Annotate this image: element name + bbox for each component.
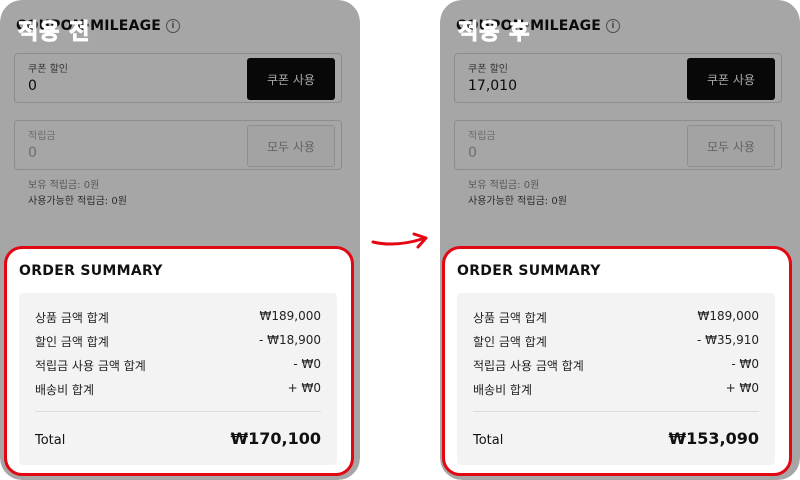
row-label: 상품 금액 합계 [35,311,109,325]
row-label: 상품 금액 합계 [473,311,547,325]
mileage-value: 0 [28,145,37,161]
summary-divider [35,411,321,412]
usable-mileage-text: 사용가능한 적립금: 0원 [468,196,567,207]
order-summary-title: ORDER SUMMARY [19,263,163,279]
row-value: - ₩0 [731,357,759,371]
row-value: - ₩0 [293,357,321,371]
arrow-right-icon [371,232,428,249]
order-summary-card: 상품 금액 합계 ₩189,000 할인 금액 합계 - ₩18,900 적립금… [19,293,337,465]
coupon-discount-value: 0 [28,78,37,94]
order-summary-after: ORDER SUMMARY 상품 금액 합계 ₩189,000 할인 금액 합계… [442,246,792,476]
summary-row-shipping-total: 배송비 합계 + ₩0 [473,381,759,399]
usable-mileage-text: 사용가능한 적립금: 0원 [28,196,127,207]
row-label: 배송비 합계 [473,383,533,397]
mileage-field[interactable]: 적립금 0 모두 사용 [454,120,782,170]
info-icon[interactable]: i [606,19,621,33]
total-value: ₩170,100 [230,429,321,448]
summary-row-product-total: 상품 금액 합계 ₩189,000 [35,309,321,327]
use-all-mileage-button[interactable]: 모두 사용 [247,125,335,167]
row-value: - ₩35,910 [697,333,759,347]
row-label: 할인 금액 합계 [473,335,547,349]
info-icon[interactable]: i [166,19,181,33]
mileage-label: 적립금 [28,131,56,142]
row-value: ₩189,000 [259,309,322,323]
row-label: 할인 금액 합계 [35,335,109,349]
after-badge: 적용 후 [457,20,531,46]
summary-total: Total ₩153,090 [473,429,759,448]
summary-row-discount-total: 할인 금액 합계 - ₩35,910 [473,333,759,351]
coupon-discount-label: 쿠폰 할인 [468,64,508,75]
coupon-discount-label: 쿠폰 할인 [28,64,68,75]
total-value: ₩153,090 [668,429,759,448]
use-coupon-button[interactable]: 쿠폰 사용 [247,58,335,100]
order-summary-before: ORDER SUMMARY 상품 금액 합계 ₩189,000 할인 금액 합계… [4,246,354,476]
summary-row-product-total: 상품 금액 합계 ₩189,000 [473,309,759,327]
use-all-mileage-button[interactable]: 모두 사용 [687,125,775,167]
summary-row-mileage-total: 적립금 사용 금액 합계 - ₩0 [473,357,759,375]
summary-divider [473,411,759,412]
coupon-discount-field[interactable]: 쿠폰 할인 0 쿠폰 사용 [14,53,342,103]
order-summary-card: 상품 금액 합계 ₩189,000 할인 금액 합계 - ₩35,910 적립금… [457,293,775,465]
before-badge: 적용 전 [17,20,91,46]
order-summary-title: ORDER SUMMARY [457,263,601,279]
summary-row-mileage-total: 적립금 사용 금액 합계 - ₩0 [35,357,321,375]
mileage-value: 0 [468,145,477,161]
use-coupon-button[interactable]: 쿠폰 사용 [687,58,775,100]
held-mileage-text: 보유 적립금: 0원 [28,180,100,191]
row-value: ₩189,000 [697,309,760,323]
summary-row-discount-total: 할인 금액 합계 - ₩18,900 [35,333,321,351]
mileage-label: 적립금 [468,131,496,142]
total-label: Total [35,433,66,448]
coupon-discount-field[interactable]: 쿠폰 할인 17,010 쿠폰 사용 [454,53,782,103]
row-value: - ₩18,900 [259,333,321,347]
summary-row-shipping-total: 배송비 합계 + ₩0 [35,381,321,399]
row-value: + ₩0 [725,381,759,395]
mileage-field[interactable]: 적립금 0 모두 사용 [14,120,342,170]
row-value: + ₩0 [287,381,321,395]
held-mileage-text: 보유 적립금: 0원 [468,180,540,191]
total-label: Total [473,433,504,448]
summary-total: Total ₩170,100 [35,429,321,448]
row-label: 적립금 사용 금액 합계 [473,359,584,373]
row-label: 배송비 합계 [35,383,95,397]
coupon-discount-value: 17,010 [468,78,517,94]
row-label: 적립금 사용 금액 합계 [35,359,146,373]
